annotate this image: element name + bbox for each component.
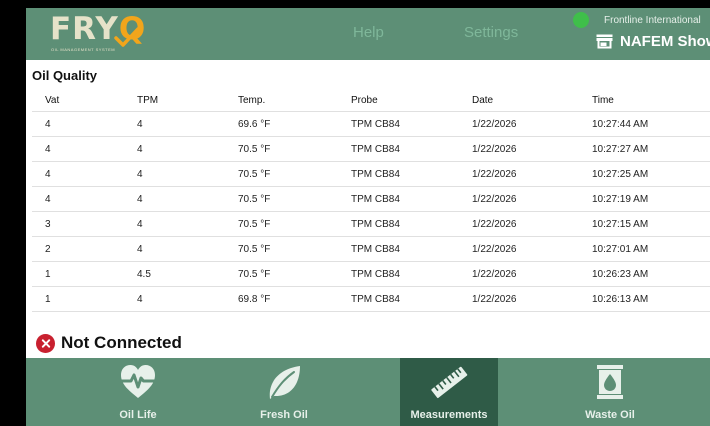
cell-probe: TPM CB84: [351, 269, 400, 280]
cell-probe: TPM CB84: [351, 244, 400, 255]
table-row[interactable]: 4 4 70.5 °F TPM CB84 1/22/2026 10:27:27 AM: [32, 137, 710, 162]
error-x-icon: [36, 333, 55, 353]
cell-probe: TPM CB84: [351, 144, 400, 155]
cell-temp: 69.8 °F: [238, 294, 271, 305]
tab-waste-oil[interactable]: Waste Oil: [561, 358, 659, 426]
tab-oil-life-label: Oil Life: [119, 409, 157, 421]
cell-vat: 4: [45, 169, 51, 180]
logo-tagline: OIL MANAGEMENT SYSTEM: [51, 47, 116, 52]
leaf-icon: [269, 366, 300, 399]
cell-date: 1/22/2026: [472, 244, 517, 255]
cell-vat: 1: [45, 269, 51, 280]
connection-status-text: Not Connected: [61, 333, 182, 352]
cell-temp: 70.5 °F: [238, 194, 271, 205]
table-row[interactable]: 1 4 69.8 °F TPM CB84 1/22/2026 10:26:13 AM: [32, 287, 710, 312]
cell-vat: 4: [45, 144, 51, 155]
cell-time: 10:26:13 AM: [592, 294, 649, 305]
column-header-temp: Temp.: [238, 95, 266, 106]
store-icon: [596, 34, 613, 48]
table-row[interactable]: 1 4.5 70.5 °F TPM CB84 1/22/2026 10:26:23 AM: [32, 262, 710, 287]
cell-tpm: 4: [137, 119, 143, 130]
table-row[interactable]: 4 4 70.5 °F TPM CB84 1/22/2026 10:27:25 AM: [32, 162, 710, 187]
cell-vat: 3: [45, 219, 51, 230]
cell-date: 1/22/2026: [472, 294, 517, 305]
cell-temp: 70.5 °F: [238, 244, 271, 255]
fryq-logo[interactable]: FRYQ OIL MANAGEMENT SYSTEM: [50, 12, 150, 56]
store-name: NAFEM Show: [620, 32, 710, 50]
oil-quality-table: Vat TPM Temp. Probe Date Time 4 4 69.6 °F T…: [32, 88, 710, 312]
cell-time: 10:27:15 AM: [592, 219, 649, 230]
cell-probe: TPM CB84: [351, 169, 400, 180]
cell-time: 10:27:44 AM: [592, 119, 649, 130]
cell-temp: 70.5 °F: [238, 219, 271, 230]
cell-date: 1/22/2026: [472, 269, 517, 280]
bottom-nav: Oil Life Fresh Oil Measurements Waste Oi…: [26, 358, 710, 426]
cell-tpm: 4: [137, 294, 143, 305]
cell-time: 10:27:01 AM: [592, 244, 649, 255]
tab-waste-oil-label: Waste Oil: [585, 409, 635, 421]
cell-time: 10:26:23 AM: [592, 269, 649, 280]
cell-tpm: 4: [137, 244, 143, 255]
column-header-tpm: TPM: [137, 95, 159, 106]
tab-measurements[interactable]: Measurements: [400, 358, 498, 426]
tab-fresh-oil[interactable]: Fresh Oil: [235, 358, 333, 426]
cell-temp: 69.6 °F: [238, 119, 271, 130]
cell-time: 10:27:25 AM: [592, 169, 649, 180]
cell-time: 10:27:19 AM: [592, 194, 649, 205]
cell-date: 1/22/2026: [472, 194, 517, 205]
cell-vat: 1: [45, 294, 51, 305]
cell-temp: 70.5 °F: [238, 169, 271, 180]
cell-probe: TPM CB84: [351, 294, 400, 305]
table-body: 4 4 69.6 °F TPM CB84 1/22/2026 10:27:44 AM 4 4 7…: [32, 112, 710, 312]
cell-probe: TPM CB84: [351, 194, 400, 205]
cell-date: 1/22/2026: [472, 219, 517, 230]
cell-date: 1/22/2026: [472, 119, 517, 130]
connection-status: Not Connected: [36, 333, 182, 353]
cell-tpm: 4: [137, 144, 143, 155]
oil-quality-title: Oil Quality: [32, 68, 98, 83]
tab-fresh-oil-label: Fresh Oil: [260, 409, 308, 421]
cell-tpm: 4: [137, 169, 143, 180]
table-row[interactable]: 4 4 69.6 °F TPM CB84 1/22/2026 10:27:44 AM: [32, 112, 710, 137]
cell-time: 10:27:27 AM: [592, 144, 649, 155]
top-bar: FRYQ OIL MANAGEMENT SYSTEM Help Settings…: [26, 8, 710, 60]
logo-check-icon: [114, 27, 140, 47]
heartbeat-icon: [120, 365, 156, 398]
cell-vat: 4: [45, 194, 51, 205]
table-header: Vat TPM Temp. Probe Date Time: [32, 88, 710, 112]
device-frame: FRYQ OIL MANAGEMENT SYSTEM Help Settings…: [0, 0, 710, 426]
cell-date: 1/22/2026: [472, 144, 517, 155]
oil-drum-icon: [597, 365, 623, 399]
column-header-probe: Probe: [351, 95, 378, 106]
cell-tpm: 4: [137, 219, 143, 230]
ruler-icon: [431, 366, 468, 399]
column-header-date: Date: [472, 95, 494, 106]
column-header-time: Time: [592, 95, 614, 106]
settings-link[interactable]: Settings: [464, 24, 518, 41]
store-selector[interactable]: NAFEM Show: [596, 30, 710, 52]
cell-tpm: 4: [137, 194, 143, 205]
cell-vat: 4: [45, 119, 51, 130]
organization-name: Frontline International: [604, 15, 701, 26]
app-screen: FRYQ OIL MANAGEMENT SYSTEM Help Settings…: [26, 8, 710, 426]
cell-temp: 70.5 °F: [238, 269, 271, 280]
cell-tpm: 4.5: [137, 269, 151, 280]
help-link[interactable]: Help: [353, 24, 384, 41]
tab-oil-life[interactable]: Oil Life: [89, 358, 187, 426]
cell-date: 1/22/2026: [472, 169, 517, 180]
connection-status-dot: [573, 12, 589, 28]
table-row[interactable]: 3 4 70.5 °F TPM CB84 1/22/2026 10:27:15 AM: [32, 212, 710, 237]
cell-vat: 2: [45, 244, 51, 255]
cell-probe: TPM CB84: [351, 219, 400, 230]
cell-temp: 70.5 °F: [238, 144, 271, 155]
cell-probe: TPM CB84: [351, 119, 400, 130]
table-row[interactable]: 4 4 70.5 °F TPM CB84 1/22/2026 10:27:19 AM: [32, 187, 710, 212]
tab-measurements-label: Measurements: [410, 409, 488, 421]
table-row[interactable]: 2 4 70.5 °F TPM CB84 1/22/2026 10:27:01 AM: [32, 237, 710, 262]
logo-text: FRY: [50, 11, 119, 47]
column-header-vat: Vat: [45, 95, 60, 106]
